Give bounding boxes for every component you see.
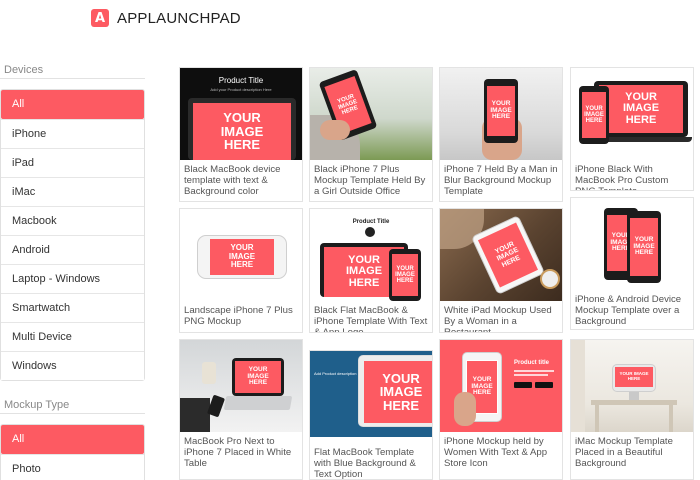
mockup-thumbnail: YOUR IMAGE HERE YOUR IMAGE HERE <box>571 198 693 292</box>
mockup-card[interactable]: YOUR IMAGE HERE iMac Mockup Template Pla… <box>570 339 694 480</box>
card-caption: Flat MacBook Template with Blue Backgrou… <box>314 447 416 480</box>
mockup-thumbnail: Product Title YOUR IMAGE HERE YOUR IMAGE… <box>310 209 432 301</box>
mockup-thumbnail: YOUR IMAGE HERE <box>180 340 302 432</box>
mockup-thumbnail: Product title YOUR IMAGE HERE <box>440 340 562 432</box>
thumb-product-title: Product Title <box>352 219 390 225</box>
mockup-card[interactable]: Product title YOUR IMAGE HERE iPhone Moc… <box>439 339 563 480</box>
filter-device-smartwatch[interactable]: Smartwatch <box>1 293 144 322</box>
image-placeholder: YOUR IMAGE HERE <box>210 239 274 275</box>
mockup-thumbnail: YOUR IMAGE HERE <box>571 340 693 432</box>
image-placeholder: YOUR IMAGE HERE <box>582 92 606 138</box>
thumb-product-title: Product Title <box>218 76 264 85</box>
mockup-card[interactable]: YOUR IMAGE HERE Black iPhone 7 Plus Mock… <box>309 67 433 202</box>
filter-type-photo[interactable]: Photo <box>1 454 144 480</box>
filter-device-iphone[interactable]: iPhone <box>1 119 144 148</box>
mockup-type-section-title: Mockup Type <box>4 399 70 411</box>
devices-section-title: Devices <box>4 64 44 76</box>
mockup-thumbnail: YOUR IMAGE HERE <box>310 68 432 160</box>
image-placeholder: YOUR IMAGE HERE <box>599 85 683 133</box>
card-caption: Landscape iPhone 7 Plus PNG Mockup <box>184 305 293 327</box>
image-placeholder: YOUR IMAGE HERE <box>615 367 653 387</box>
filter-device-macbook[interactable]: Macbook <box>1 206 144 235</box>
filter-device-imac[interactable]: iMac <box>1 177 144 206</box>
mockup-card[interactable]: YOUR IMAGE HERE Landscape iPhone 7 Plus … <box>179 208 303 333</box>
thumb-product-desc: Add Product description <box>314 371 357 376</box>
mockup-card[interactable]: YOUR IMAGE HERE YOUR IMAGE HERE iPhone &… <box>570 197 694 330</box>
logo-text: APPLAUNCHPAD <box>117 9 241 27</box>
image-placeholder: YOUR IMAGE HERE <box>392 254 418 296</box>
card-caption: Black iPhone 7 Plus Mockup Template Held… <box>314 164 426 197</box>
filter-device-ipad[interactable]: iPad <box>1 148 144 177</box>
filter-device-android[interactable]: Android <box>1 235 144 264</box>
filter-type-all[interactable]: All <box>1 425 144 454</box>
card-caption: iPhone & Android Device Mockup Template … <box>575 294 682 327</box>
mockup-thumbnail: YOUR IMAGE HERE <box>440 68 562 160</box>
card-caption: iPhone Mockup held by Women With Text & … <box>444 436 548 469</box>
card-caption: iPhone 7 Held By a Man in Blur Backgroun… <box>444 164 558 197</box>
card-caption: MacBook Pro Next to iPhone 7 Placed in W… <box>184 436 292 469</box>
mockup-card[interactable]: Add Product description YOUR IMAGE HERE … <box>309 350 433 480</box>
site-logo[interactable]: A APPLAUNCHPAD <box>91 9 241 27</box>
image-placeholder: YOUR IMAGE HERE <box>235 361 281 393</box>
card-caption: Black Flat MacBook & iPhone Template Wit… <box>314 305 428 333</box>
card-caption: iMac Mockup Template Placed in a Beautif… <box>575 436 673 469</box>
mockup-card[interactable]: YOUR IMAGE HERE iPhone 7 Held By a Man i… <box>439 67 563 202</box>
card-caption: White iPad Mockup Used By a Woman in a R… <box>444 305 552 333</box>
mockup-card[interactable]: Product Title Add your Product descripti… <box>179 67 303 202</box>
thumb-product-title: Product title <box>514 360 550 366</box>
divider <box>0 78 145 79</box>
filter-sidebar: Devices All iPhone iPad iMac Macbook And… <box>0 62 145 480</box>
divider <box>0 413 145 414</box>
image-placeholder: YOUR IMAGE HERE <box>193 103 291 160</box>
filter-device-all[interactable]: All <box>1 90 144 119</box>
image-placeholder: YOUR IMAGE HERE <box>487 86 515 136</box>
mockup-thumbnail: YOUR IMAGE HERE <box>180 209 302 301</box>
mockup-card[interactable]: YOUR IMAGE HERE White iPad Mockup Used B… <box>439 208 563 333</box>
card-caption: iPhone Black With MacBook Pro Custom PNG… <box>575 164 669 190</box>
mockup-thumbnail: Add Product description YOUR IMAGE HERE <box>310 351 432 437</box>
image-placeholder: YOUR IMAGE HERE <box>630 218 658 276</box>
filter-device-windows[interactable]: Windows <box>1 351 144 380</box>
mockup-card[interactable]: YOUR IMAGE HERE YOUR IMAGE HERE iPhone B… <box>570 67 694 191</box>
mockup-type-menu: All Photo <box>0 424 145 480</box>
mockup-thumbnail: YOUR IMAGE HERE YOUR IMAGE HERE <box>571 68 693 156</box>
mockup-card[interactable]: YOUR IMAGE HERE MacBook Pro Next to iPho… <box>179 339 303 480</box>
thumb-product-desc: Add your Product description Here <box>210 87 272 92</box>
mockup-thumbnail: Product Title Add your Product descripti… <box>180 68 302 160</box>
devices-menu: All iPhone iPad iMac Macbook Android Lap… <box>0 89 145 381</box>
filter-device-laptop-windows[interactable]: Laptop - Windows <box>1 264 144 293</box>
logo-icon: A <box>91 9 109 27</box>
card-caption: Black MacBook device template with text … <box>184 164 281 197</box>
filter-device-multi-device[interactable]: Multi Device <box>1 322 144 351</box>
mockup-card[interactable]: Product Title YOUR IMAGE HERE YOUR IMAGE… <box>309 208 433 333</box>
mockup-thumbnail: YOUR IMAGE HERE <box>440 209 562 301</box>
image-placeholder: YOUR IMAGE HERE <box>364 361 432 423</box>
